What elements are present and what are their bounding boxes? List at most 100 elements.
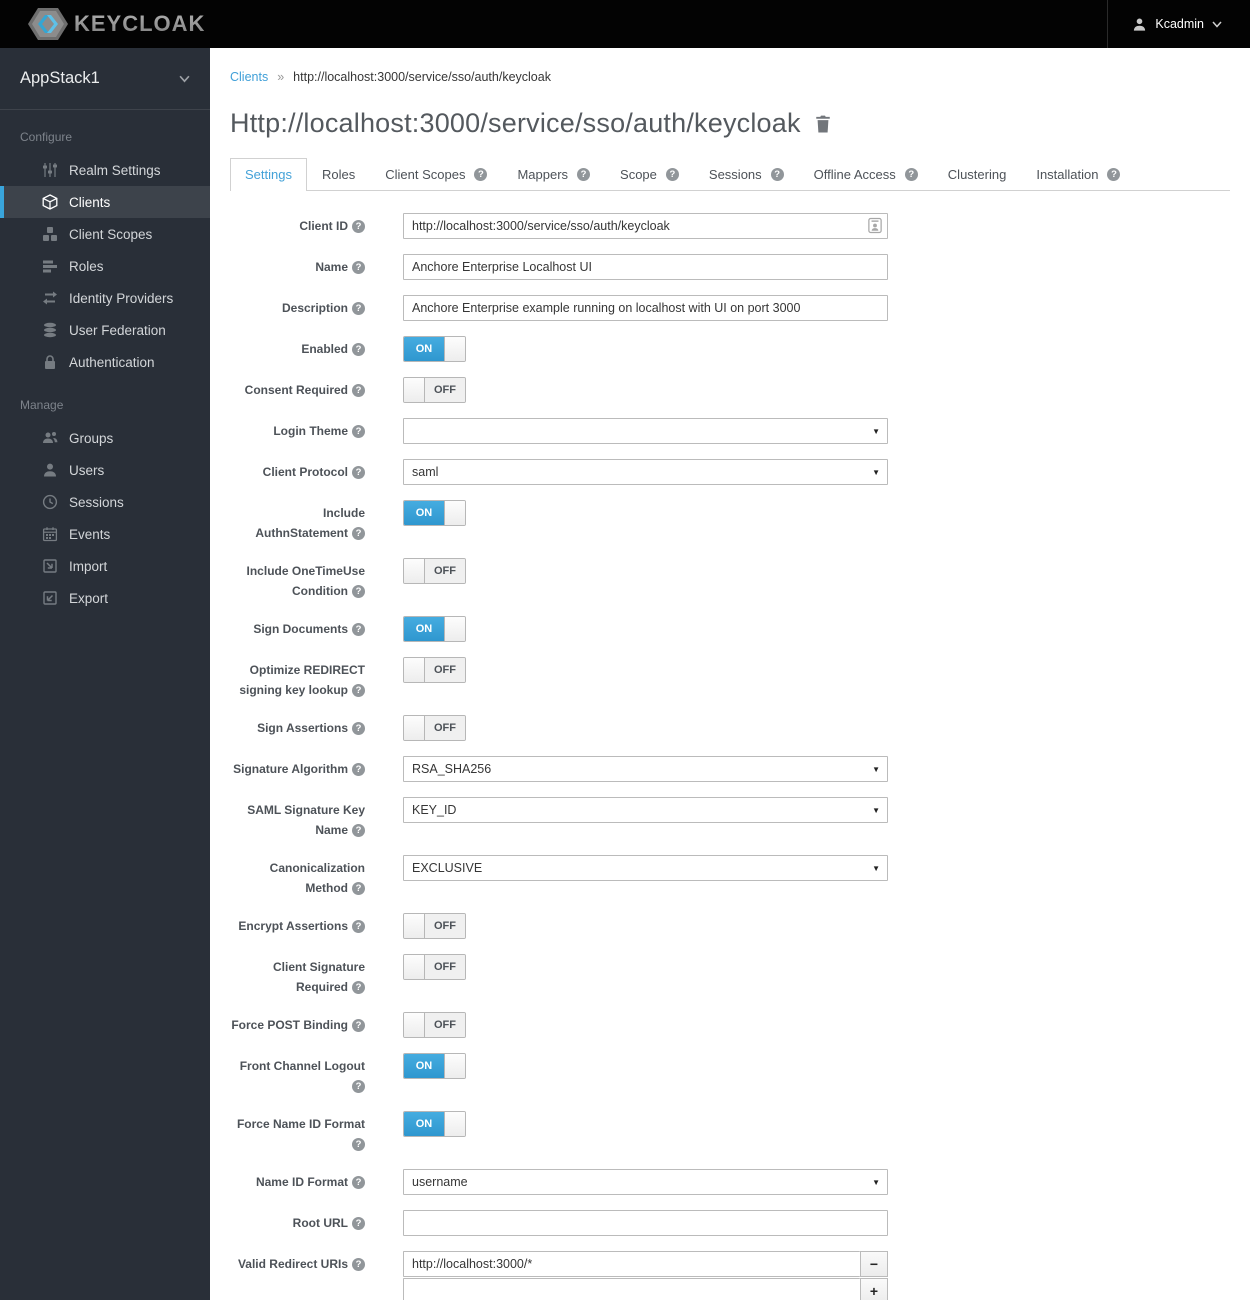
enabled-toggle[interactable]: ON	[403, 336, 466, 362]
sidebar-item-events[interactable]: Events	[0, 518, 210, 550]
sidebar-item-label: Groups	[69, 430, 114, 446]
field-label: Force POST Binding	[231, 1018, 348, 1032]
help-icon: ?	[352, 1138, 365, 1151]
delete-client-button[interactable]	[815, 115, 831, 133]
field-label: Description	[281, 301, 348, 315]
sidebar-item-label: Identity Providers	[69, 290, 174, 306]
sidebar-item-identity-providers[interactable]: Identity Providers	[0, 282, 210, 314]
root-url-input[interactable]	[403, 1210, 888, 1236]
realm-selector[interactable]: AppStack1	[0, 48, 210, 110]
help-icon: ?	[352, 824, 365, 837]
name-input[interactable]	[403, 254, 888, 280]
user-icon	[1132, 17, 1147, 32]
sidebar-item-authentication[interactable]: Authentication	[0, 346, 210, 378]
cubes-icon	[42, 226, 58, 242]
enabled-field: Enabled? ON	[230, 336, 1230, 362]
sidebar-item-label: Events	[69, 526, 111, 542]
clock-icon	[42, 494, 58, 510]
sign-assertions-toggle[interactable]: OFF	[403, 715, 466, 741]
sidebar-item-groups[interactable]: Groups	[0, 422, 210, 454]
tab-client-scopes[interactable]: Client Scopes?	[370, 158, 502, 191]
sidebar-item-label: Authentication	[69, 354, 155, 370]
sign-documents-toggle[interactable]: ON	[403, 616, 466, 642]
help-icon: ?	[904, 168, 918, 181]
include-authn-statement-toggle[interactable]: ON	[403, 500, 466, 526]
field-label: Sign Assertions	[257, 721, 348, 735]
breadcrumb-clients-link[interactable]: Clients	[230, 70, 268, 84]
canonicalization-method-select[interactable]: EXCLUSIVE ▼	[403, 855, 888, 881]
tab-offline-access[interactable]: Offline Access?	[799, 158, 933, 191]
sidebar-item-label: User Federation	[69, 322, 166, 338]
sidebar-item-user-federation[interactable]: User Federation	[0, 314, 210, 346]
include-onetimeuse-condition-toggle[interactable]: OFF	[403, 558, 466, 584]
client-signature-required-toggle[interactable]: OFF	[403, 954, 466, 980]
new-redirect-uri-input[interactable]	[403, 1278, 860, 1300]
client-protocol-field: Client Protocol? saml ▼	[230, 459, 1230, 485]
force-post-binding-toggle[interactable]: OFF	[403, 1012, 466, 1038]
help-icon: ?	[352, 425, 365, 438]
saml-signature-key-name-select[interactable]: KEY_ID ▼	[403, 797, 888, 823]
client-id-field: Client ID?	[230, 213, 1230, 239]
field-label: Enabled	[301, 342, 348, 356]
help-icon: ?	[352, 527, 365, 540]
help-icon: ?	[352, 763, 365, 776]
field-label: Login Theme	[273, 424, 348, 438]
tab-scope[interactable]: Scope?	[605, 158, 694, 191]
optimize-redirect-toggle[interactable]: OFF	[403, 657, 466, 683]
tab-roles[interactable]: Roles	[307, 158, 370, 191]
help-icon: ?	[1107, 168, 1121, 181]
client-id-input[interactable]	[403, 213, 888, 239]
user-menu[interactable]: Kcadmin	[1107, 0, 1250, 48]
tab-bar: Settings Roles Client Scopes? Mappers? S…	[230, 157, 1230, 191]
sidebar-item-label: Client Scopes	[69, 226, 153, 242]
client-protocol-select[interactable]: saml ▼	[403, 459, 888, 485]
help-icon: ?	[352, 302, 365, 315]
sign-assertions-field: Sign Assertions? OFF	[230, 715, 1230, 741]
database-icon	[42, 322, 58, 338]
field-label: Optimize REDIRECT signing key lookup	[239, 663, 365, 697]
saml-signature-key-name-field: SAML Signature Key Name? KEY_ID ▼	[230, 797, 1230, 840]
encrypt-assertions-toggle[interactable]: OFF	[403, 913, 466, 939]
sidebar-item-sessions[interactable]: Sessions	[0, 486, 210, 518]
login-theme-select[interactable]: ▼	[403, 418, 888, 444]
sidebar-item-clients[interactable]: Clients	[0, 186, 210, 218]
breadcrumb: Clients » http://localhost:3000/service/…	[230, 48, 1230, 84]
front-channel-logout-toggle[interactable]: ON	[403, 1053, 466, 1079]
sidebar-item-realm-settings[interactable]: Realm Settings	[0, 154, 210, 186]
field-label: Include AuthnStatement	[255, 506, 365, 540]
brand-text: KEYCLOAK	[74, 11, 206, 36]
sidebar-section-manage: Manage	[20, 398, 64, 412]
keycloak-logo[interactable]: KEYCLOAK	[28, 7, 205, 41]
export-icon	[42, 590, 58, 606]
sidebar-item-users[interactable]: Users	[0, 454, 210, 486]
add-uri-button[interactable]: +	[860, 1278, 888, 1300]
sidebar-item-label: Import	[69, 558, 108, 574]
tab-mappers[interactable]: Mappers?	[502, 158, 605, 191]
chevron-down-icon	[1212, 21, 1222, 28]
force-post-binding-field: Force POST Binding? OFF	[230, 1012, 1230, 1038]
caret-down-icon: ▼	[872, 468, 880, 477]
tab-sessions[interactable]: Sessions?	[694, 158, 799, 191]
list-icon	[42, 258, 58, 274]
description-input[interactable]	[403, 295, 888, 321]
force-name-id-format-toggle[interactable]: ON	[403, 1111, 466, 1137]
consent-required-field: Consent Required? OFF	[230, 377, 1230, 403]
remove-uri-button[interactable]: −	[860, 1251, 888, 1277]
sidebar-item-roles[interactable]: Roles	[0, 250, 210, 282]
redirect-uri-input[interactable]	[403, 1251, 860, 1277]
sidebar-item-client-scopes[interactable]: Client Scopes	[0, 218, 210, 250]
help-icon: ?	[352, 1080, 365, 1093]
help-icon: ?	[352, 1258, 365, 1271]
login-theme-field: Login Theme? ▼	[230, 418, 1230, 444]
consent-required-toggle[interactable]: OFF	[403, 377, 466, 403]
breadcrumb-current: http://localhost:3000/service/sso/auth/k…	[293, 70, 551, 84]
tab-installation[interactable]: Installation?	[1021, 158, 1135, 191]
signature-algorithm-select[interactable]: RSA_SHA256 ▼	[403, 756, 888, 782]
tab-settings[interactable]: Settings	[230, 158, 307, 191]
canonicalization-method-field: Canonicalization Method? EXCLUSIVE ▼	[230, 855, 1230, 898]
help-icon: ?	[352, 343, 365, 356]
sidebar-item-export[interactable]: Export	[0, 582, 210, 614]
tab-clustering[interactable]: Clustering	[933, 158, 1022, 191]
sidebar-item-import[interactable]: Import	[0, 550, 210, 582]
name-id-format-select[interactable]: username ▼	[403, 1169, 888, 1195]
